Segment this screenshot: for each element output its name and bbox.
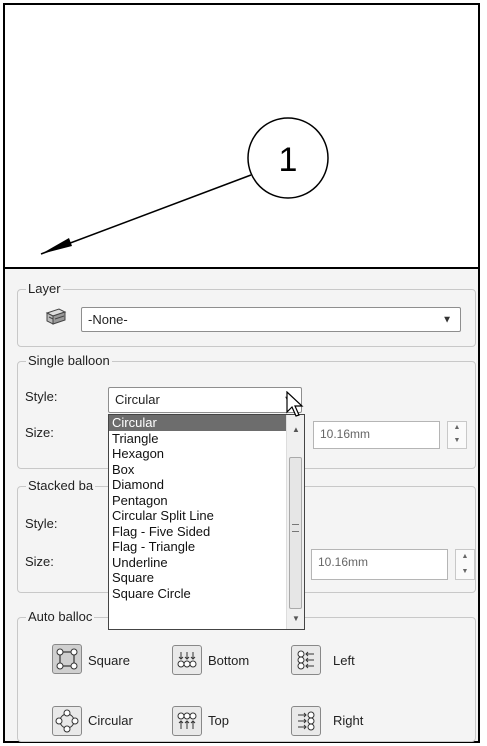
leader-line [40, 174, 252, 255]
left-layout-icon [297, 650, 314, 670]
square-layout-icon [56, 648, 78, 670]
top-layout-button[interactable] [172, 706, 202, 736]
auto-balloon-legend: Auto balloc [26, 609, 95, 624]
circular-layout-button[interactable] [52, 706, 82, 736]
balloon-number: 1 [279, 141, 298, 179]
right-layout-button[interactable] [291, 706, 321, 736]
dropdown-item-pentagon[interactable]: Pentagon [109, 493, 304, 509]
stacked-size-spinner[interactable]: ▲ ▼ [455, 549, 475, 580]
dropdown-item-flag-five-sided[interactable]: Flag - Five Sided [109, 524, 304, 540]
layer-legend: Layer [26, 281, 63, 296]
chevron-down-icon: ▼ [442, 314, 452, 325]
spin-up-icon[interactable]: ▲ [456, 550, 474, 565]
dropdown-item-hexagon[interactable]: Hexagon [109, 446, 304, 462]
layer-select-value: -None- [88, 312, 128, 327]
dropdown-item-circular-split-line[interactable]: Circular Split Line [109, 508, 304, 524]
single-balloon-legend: Single balloon [26, 353, 112, 368]
spin-down-icon[interactable]: ▼ [448, 435, 466, 448]
dropdown-item-diamond[interactable]: Diamond [109, 477, 304, 493]
stacked-size-label: Size: [25, 554, 54, 569]
stacked-size-value: 10.16mm [318, 555, 369, 569]
single-style-label: Style: [25, 389, 58, 404]
layer-icon [44, 305, 68, 330]
spin-down-icon[interactable]: ▼ [456, 565, 474, 580]
dropdown-item-flag-triangle[interactable]: Flag - Triangle [109, 539, 304, 555]
single-style-value: Circular [115, 392, 160, 407]
dropdown-item-square-circle[interactable]: Square Circle [109, 586, 304, 602]
stacked-style-label: Style: [25, 516, 58, 531]
bottom-layout-icon [177, 652, 197, 668]
layer-select[interactable]: -None- ▼ [81, 307, 461, 332]
style-dropdown-list[interactable]: Circular Triangle Hexagon Box Diamond Pe… [108, 414, 305, 630]
balloon-preview: 1 [40, 117, 329, 255]
circular-layout-label: Circular [88, 713, 133, 728]
stacked-size-field[interactable]: 10.16mm [311, 549, 448, 580]
spin-up-icon[interactable]: ▲ [448, 422, 466, 435]
top-layout-icon [177, 712, 197, 729]
single-size-label: Size: [25, 425, 54, 440]
dropdown-item-triangle[interactable]: Triangle [109, 431, 304, 447]
single-size-spinner[interactable]: ▲ ▼ [447, 421, 467, 449]
dropdown-item-circular[interactable]: Circular [109, 415, 304, 431]
mouse-cursor-icon [286, 390, 304, 422]
top-layout-label: Top [208, 713, 229, 728]
single-size-value: 10.16mm [320, 427, 371, 441]
stacked-balloons-legend: Stacked ba [26, 478, 96, 493]
bottom-layout-label: Bottom [208, 653, 250, 668]
dropdown-item-underline[interactable]: Underline [109, 555, 304, 571]
left-layout-button[interactable] [291, 645, 321, 675]
square-layout-label: Square [88, 653, 130, 668]
bottom-layout-button[interactable] [172, 645, 202, 675]
scrollbar-thumb[interactable] [289, 457, 302, 609]
grip-icon [292, 524, 299, 532]
circular-layout-icon [55, 709, 79, 733]
drawing-preview: 1 [3, 3, 480, 269]
single-size-field[interactable]: 10.16mm [313, 421, 440, 449]
left-layout-label: Left [333, 653, 355, 668]
scroll-up-icon[interactable]: ▲ [292, 425, 300, 434]
dropdown-scrollbar[interactable]: ▲ ▼ [286, 415, 304, 629]
right-layout-label: Right [333, 713, 364, 728]
dropdown-item-box[interactable]: Box [109, 462, 304, 478]
leader-arrowhead [41, 238, 72, 254]
single-style-select[interactable]: Circular ▼ [108, 387, 302, 413]
scroll-down-icon[interactable]: ▼ [292, 614, 300, 623]
dropdown-item-square[interactable]: Square [109, 570, 304, 586]
square-layout-button[interactable] [52, 644, 82, 674]
auto-balloon-group: Auto balloc [17, 609, 476, 742]
right-layout-icon [298, 711, 315, 731]
